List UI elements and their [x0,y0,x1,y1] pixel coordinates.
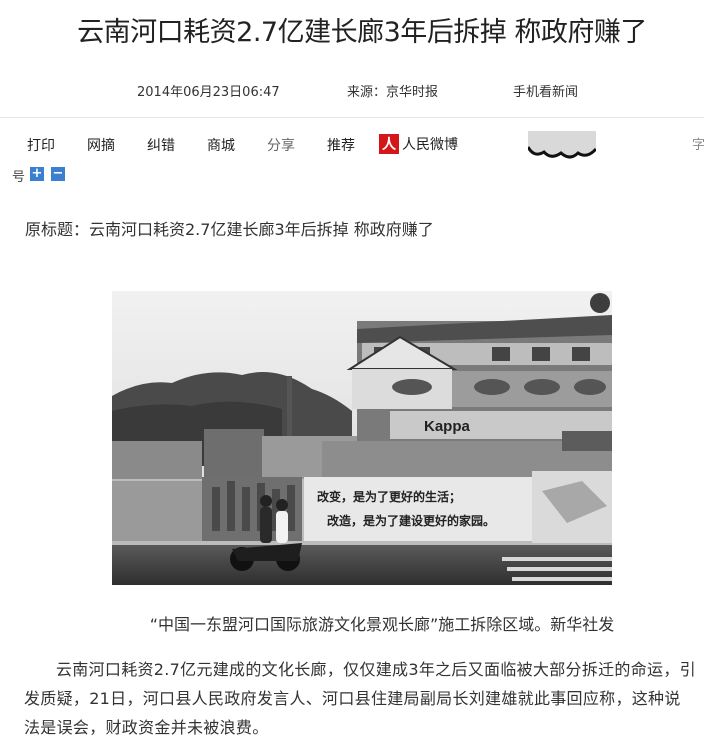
wall-slogan-1: 改变，是为了更好的生活； [317,489,461,504]
mobile-news-link[interactable]: 手机看新闻 [513,81,578,100]
meta-divider [0,117,704,118]
weibo-label: 人民微博 [402,137,458,153]
people-weibo-link[interactable]: 人 人民微博 [379,133,458,155]
article-paragraph: 云南河口耗资2.7亿元建成的文化长廊，仅仅建成3年之后又面临被大部分拆迁的命运，… [24,660,696,737]
correction-button[interactable]: 纠错 [147,135,175,155]
cloud-icon[interactable] [528,131,596,161]
print-button[interactable]: 打印 [27,135,55,155]
store-sign: Kappa [424,418,471,435]
share-button[interactable]: 分享 [267,135,295,155]
weibo-logo-icon: 人 [379,134,399,154]
font-increase-icon[interactable]: + [30,167,44,181]
wall-slogan-2: 改造，是为了建设更好的家园。 [327,513,495,528]
publish-date: 2014年06月23日06:47 [137,85,280,100]
mall-link[interactable]: 商城 [207,135,235,155]
article-photo: Kappa 改变，是为了更好的生活； 改造，是为了建设更好的家园。 [112,291,612,585]
font-size-label: 号 [12,170,26,185]
font-decrease-icon[interactable]: − [51,167,65,181]
bookmark-button[interactable]: 网摘 [87,135,115,155]
article-headline: 云南河口耗资2.7亿建长廊3年后拆掉 称政府赚了 [77,17,647,48]
recommend-button[interactable]: 推荐 [327,135,355,155]
article-source: 来源：京华时报 [347,85,439,100]
photo-caption: “中国一东盟河口国际旅游文化景观长廊”施工拆除区域。新华社发 [149,615,615,634]
original-title: 原标题：云南河口耗资2.7亿建长廊3年后拆掉 称政府赚了 [25,220,434,239]
font-size-label-start: 字 [692,138,704,153]
